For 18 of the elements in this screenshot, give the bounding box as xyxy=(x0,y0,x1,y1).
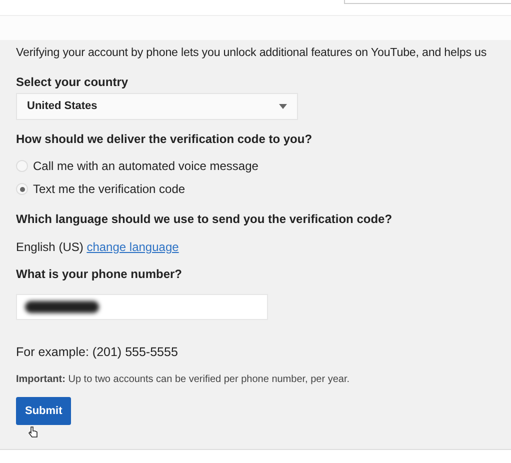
hand-cursor-icon xyxy=(28,426,38,438)
radio-button[interactable] xyxy=(16,183,28,195)
language-label: Which language should we use to send you the verification code? xyxy=(16,212,394,227)
submit-button[interactable]: Submit xyxy=(16,397,72,425)
country-label: Select your country xyxy=(16,75,130,90)
delivery-label: How should we deliver the verification code to you? xyxy=(16,132,314,147)
intro-text: Verifying your account by phone lets you unlock additional features on YouTube, and helps us xyxy=(16,45,487,60)
change-language-link[interactable]: change language xyxy=(86,240,179,254)
phone-field[interactable] xyxy=(16,294,268,320)
important-note: Important: Up to two accounts can be verified per phone number, per year. xyxy=(16,374,350,386)
country-select[interactable]: United States xyxy=(16,93,298,120)
radio-button[interactable] xyxy=(16,160,28,172)
language-value: English (US) xyxy=(16,240,84,254)
phone-label: What is your phone number? xyxy=(16,267,184,282)
radio-label: Text me the verification code xyxy=(33,182,186,196)
example-text: For example: (201) 555-5555 xyxy=(16,345,179,360)
dropdown-arrow-icon xyxy=(279,104,287,109)
radio-label: Call me with an automated voice message xyxy=(33,158,258,174)
